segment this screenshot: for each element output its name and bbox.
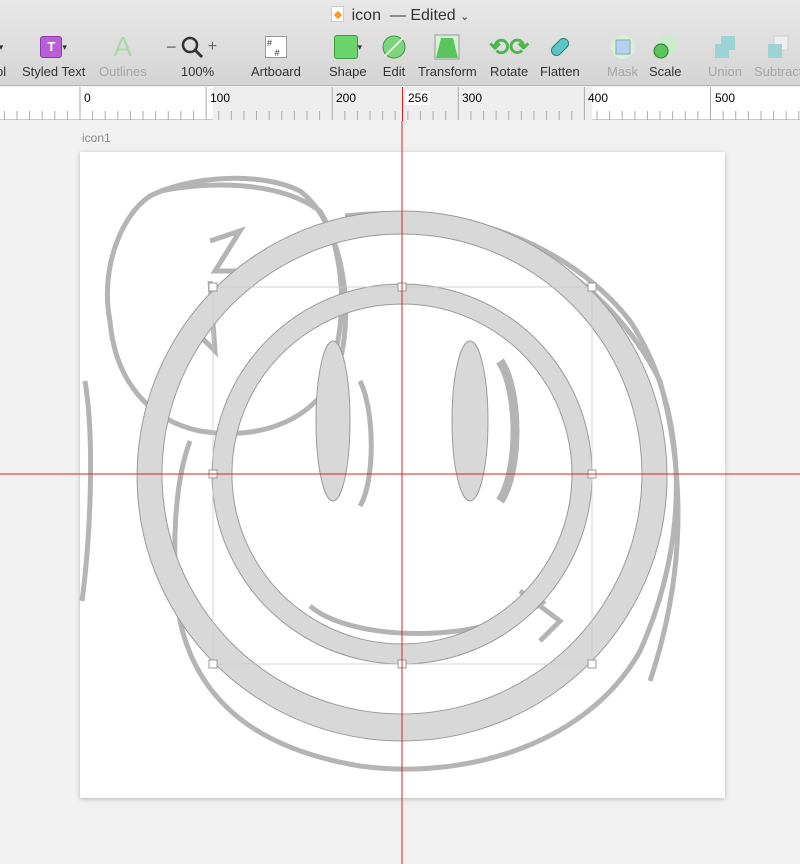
artwork <box>0 121 800 864</box>
union-icon <box>708 34 742 60</box>
artboard-button[interactable]: # # Artboard <box>251 34 301 79</box>
rotate-icon: ⟲⟳ <box>489 33 530 61</box>
union-button[interactable]: Union <box>708 34 742 79</box>
flatten-icon <box>540 34 580 60</box>
zoom-control[interactable]: − +100% <box>166 34 217 80</box>
ruler-label: 500 <box>715 91 736 105</box>
subtract-icon <box>754 34 800 60</box>
mask-button[interactable]: Mask <box>607 34 638 79</box>
edit-button[interactable]: Edit <box>381 34 407 79</box>
artboard-icon: # # <box>251 34 301 60</box>
zoom-icon <box>181 36 204 59</box>
resize-handle[interactable] <box>208 659 218 669</box>
scale-icon <box>649 34 682 60</box>
resize-handle[interactable] <box>208 282 218 292</box>
ruler-label: 0 <box>84 91 91 105</box>
resize-handle[interactable] <box>587 659 597 669</box>
transform-icon <box>418 34 477 60</box>
resize-handle[interactable] <box>587 282 597 292</box>
canvas[interactable]: icon1 <box>0 121 800 864</box>
edit-icon <box>381 34 407 60</box>
shape-button[interactable]: ▾ Shape <box>329 34 367 79</box>
shape-icon: ▾ <box>329 34 367 60</box>
outlines-button[interactable]: A Outlines <box>99 31 147 79</box>
window-title[interactable]: icon — Edited ⌄ <box>0 6 800 25</box>
flatten-button[interactable]: Flatten <box>540 34 580 79</box>
ruler-label: 400 <box>588 91 609 105</box>
styled-text-button[interactable]: T ▾ Styled Text <box>22 34 85 79</box>
ruler-guide-marker <box>402 87 403 121</box>
chevron-down-icon: ⌄ <box>460 11 470 23</box>
edited-status: — Edited <box>389 7 456 24</box>
ruler-guide-label: 256 <box>406 91 431 105</box>
subtract-button[interactable]: Subtract <box>754 34 800 79</box>
document-icon <box>330 6 344 22</box>
mask-icon <box>607 34 638 60</box>
title-bar: icon — Edited ⌄ ▾ol T▾Styled Text AOutli… <box>0 0 800 86</box>
transform-button[interactable]: Transform <box>418 34 477 79</box>
ruler-label: 200 <box>336 91 357 105</box>
rotate-button[interactable]: ⟲⟳ Rotate <box>489 33 530 80</box>
zoom-out-icon[interactable]: − <box>166 37 177 58</box>
scale-button[interactable]: Scale <box>649 34 682 79</box>
horizontal-ruler[interactable]: 0 100 200 256 300 400 500 <box>0 87 800 120</box>
toolbar-tool[interactable]: ▾ol <box>0 34 6 80</box>
text-icon: T ▾ <box>22 34 85 60</box>
zoom-in-icon[interactable]: + <box>208 38 217 56</box>
document-name: icon <box>351 7 381 24</box>
ruler-label: 300 <box>462 91 483 105</box>
outlines-icon: A <box>113 31 133 62</box>
ruler-label: 100 <box>210 91 231 105</box>
